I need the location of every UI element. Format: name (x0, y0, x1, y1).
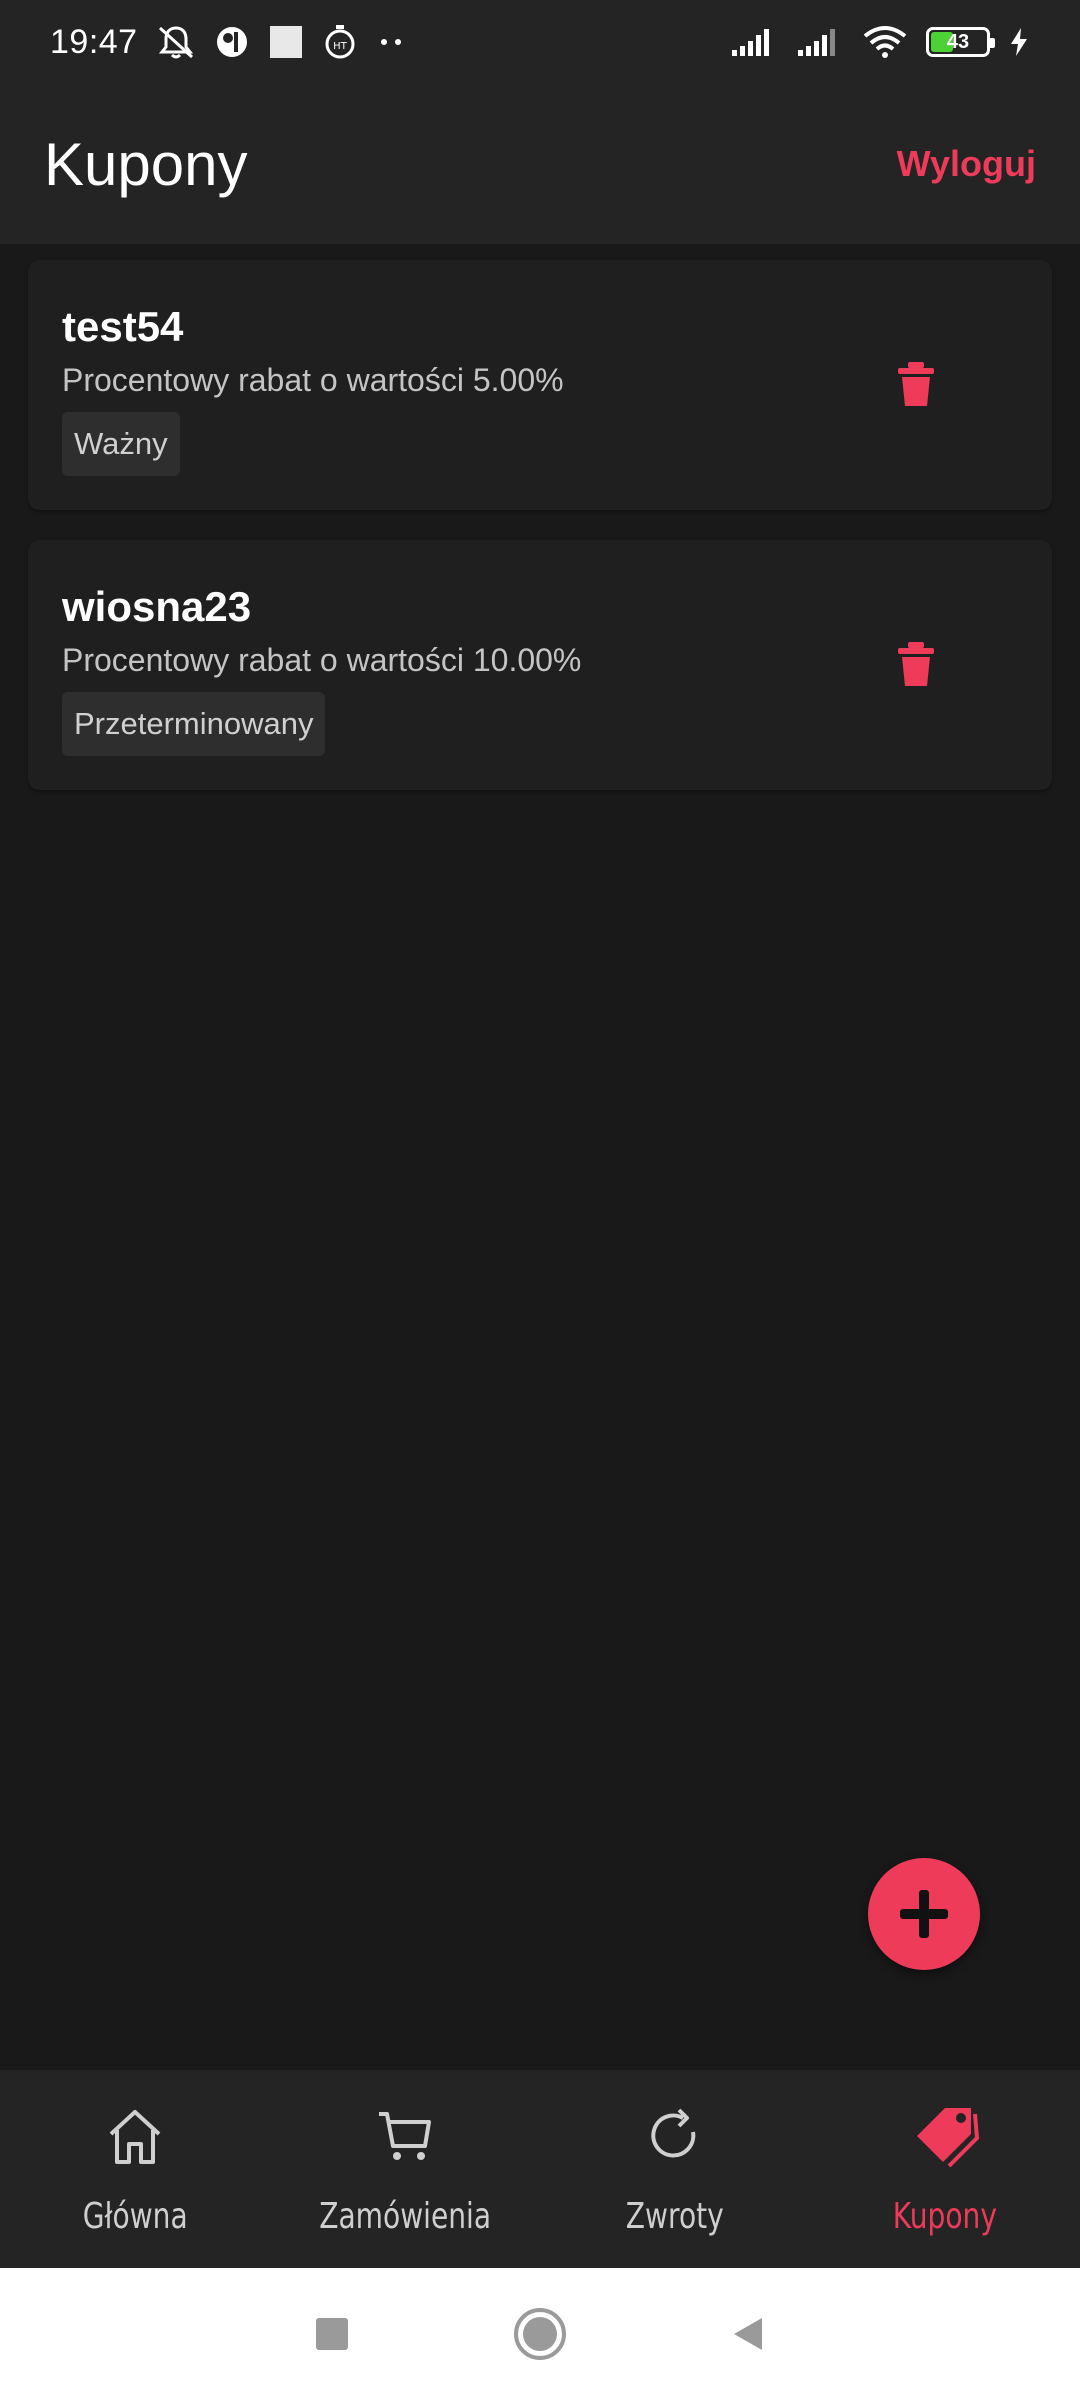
square-icon (268, 24, 304, 60)
tags-icon (917, 2108, 980, 2168)
system-nav-bar (0, 2268, 1080, 2400)
square-icon (316, 2318, 348, 2350)
wifi-icon (862, 25, 908, 59)
home-icon (109, 2110, 161, 2164)
back-triangle-icon (734, 2318, 762, 2350)
trash-icon (898, 362, 934, 406)
coupon-list: test54 Procentowy rabat o wartości 5.00%… (28, 260, 1052, 820)
mute-icon (156, 24, 196, 60)
coupon-card[interactable]: test54 Procentowy rabat o wartości 5.00%… (28, 260, 1052, 510)
charging-icon (1008, 27, 1030, 57)
status-bar: 19:47 HT 43 (0, 0, 1080, 84)
stopwatch-icon: HT (322, 23, 358, 61)
add-coupon-button[interactable] (868, 1858, 980, 1970)
bottom-nav: Główna Zamówienia Zwroty Kupony (0, 2070, 1080, 2268)
nav-label: Główna (82, 2196, 188, 2237)
recent-apps-button[interactable] (312, 2314, 352, 2354)
coupon-card[interactable]: wiosna23 Procentowy rabat o wartości 10.… (28, 540, 1052, 790)
status-badge: Przeterminowany (62, 692, 326, 756)
signal-icon (730, 26, 778, 58)
cart-icon (379, 2112, 431, 2160)
circle-icon (514, 2308, 566, 2360)
nav-item-home[interactable]: Główna (0, 2070, 270, 2268)
trash-icon (898, 642, 934, 686)
svg-text:HT: HT (333, 41, 348, 52)
nav-item-orders[interactable]: Zamówienia (270, 2070, 540, 2268)
status-left: 19:47 HT (50, 23, 406, 62)
coupon-description: Procentowy rabat o wartości 5.00% (62, 362, 564, 398)
nav-item-coupons[interactable]: Kupony (810, 2070, 1080, 2268)
nav-item-returns[interactable]: Zwroty (540, 2070, 810, 2268)
nav-label: Kupony (892, 2196, 998, 2237)
coupon-code: test54 (62, 303, 184, 350)
signal-icon (796, 26, 844, 58)
back-button[interactable] (728, 2314, 768, 2354)
status-badge: Ważny (62, 412, 180, 476)
battery-level: 43 (946, 30, 970, 53)
logout-button[interactable]: Wyloguj (897, 143, 1036, 185)
home-button[interactable] (512, 2306, 568, 2362)
delete-coupon-button[interactable] (894, 640, 938, 688)
app-bar: Kupony Wyloguj (0, 84, 1080, 244)
status-right: 43 (730, 25, 1030, 59)
nav-label: Zwroty (626, 2196, 724, 2237)
battery-icon: 43 (926, 27, 995, 57)
delete-coupon-button[interactable] (894, 360, 938, 408)
plus-icon (900, 1890, 948, 1938)
coupon-description: Procentowy rabat o wartości 10.00% (62, 642, 582, 678)
status-time: 19:47 (50, 22, 138, 61)
app-icon (214, 24, 250, 60)
page-title: Kupony (44, 130, 248, 198)
refresh-icon (651, 2108, 696, 2158)
more-dots-icon (376, 32, 406, 52)
nav-label: Zamówienia (319, 2196, 491, 2237)
coupon-code: wiosna23 (62, 583, 252, 630)
